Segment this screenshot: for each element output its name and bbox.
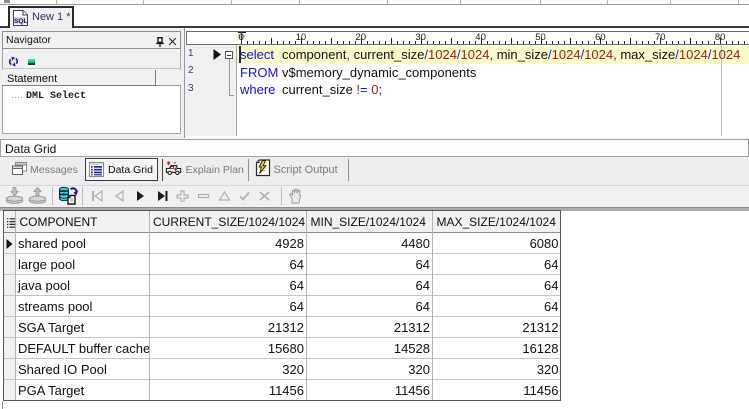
svg-text:SQL: SQL [14, 18, 28, 25]
